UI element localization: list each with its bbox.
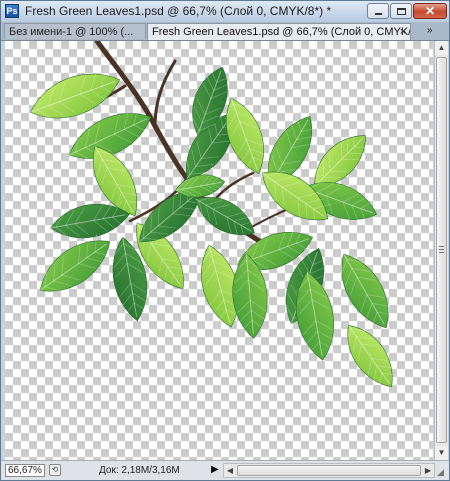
maximize-button[interactable]: [390, 3, 412, 19]
status-info-icon[interactable]: ⟲: [49, 464, 61, 476]
grip-line: [439, 246, 444, 247]
horizontal-scrollbar[interactable]: ◀ ▶: [223, 463, 435, 478]
grip-line: [439, 252, 444, 253]
minimize-icon: [375, 13, 382, 15]
scroll-up-icon[interactable]: ▲: [435, 41, 448, 55]
tab-fresh-green-leaves[interactable]: Fresh Green Leaves1.psd @ 66,7% (Слой 0,…: [147, 23, 411, 40]
tab-label: Без имени-1 @ 100% (...: [9, 26, 134, 38]
photoshop-document-window: Ps Fresh Green Leaves1.psd @ 66,7% (Слой…: [0, 0, 450, 481]
tab-close-icon[interactable]: ×: [398, 24, 408, 40]
status-bar: 66,67% ⟲ Док: 2,18M/3,16M ▶ ◀ ▶ ◢: [1, 460, 449, 480]
vertical-scroll-thumb[interactable]: [436, 57, 447, 443]
title-bar[interactable]: Ps Fresh Green Leaves1.psd @ 66,7% (Слой…: [1, 1, 449, 22]
leaf-shape: [347, 324, 400, 391]
close-button[interactable]: ✕: [413, 3, 447, 19]
grip-line: [439, 249, 444, 250]
close-icon: ✕: [424, 4, 436, 18]
leaf-shape: [50, 201, 130, 239]
green-leaves-image: [29, 41, 400, 391]
leaf-shape: [340, 253, 396, 330]
scroll-right-icon[interactable]: ▶: [422, 464, 434, 477]
document-tab-bar: Без имени-1 @ 100% (... Fresh Green Leav…: [1, 22, 449, 41]
leaf-shape: [39, 233, 114, 293]
tab-untitled-1[interactable]: Без имени-1 @ 100% (...: [4, 23, 146, 39]
maximize-icon: [397, 8, 406, 15]
scroll-down-icon[interactable]: ▼: [435, 446, 448, 460]
tab-label: Fresh Green Leaves1.psd @ 66,7% (Слой 0,…: [152, 26, 411, 38]
minimize-button[interactable]: [367, 3, 389, 19]
resize-grip-icon[interactable]: ◢: [437, 467, 447, 477]
zoom-level-field[interactable]: 66,67%: [5, 464, 45, 477]
scroll-left-icon[interactable]: ◀: [224, 464, 236, 477]
window-title: Fresh Green Leaves1.psd @ 66,7% (Слой 0,…: [25, 4, 332, 18]
status-menu-arrow-icon[interactable]: ▶: [211, 464, 219, 475]
document-canvas[interactable]: [5, 41, 433, 460]
leaves-group: [29, 66, 400, 391]
document-size-info: Док: 2,18M/3,16M: [99, 465, 180, 476]
tab-overflow-icon[interactable]: »: [427, 25, 433, 36]
photoshop-app-icon[interactable]: Ps: [5, 4, 19, 18]
vertical-scrollbar[interactable]: ▲ ▼: [434, 41, 448, 460]
horizontal-scroll-thumb[interactable]: [237, 465, 421, 476]
